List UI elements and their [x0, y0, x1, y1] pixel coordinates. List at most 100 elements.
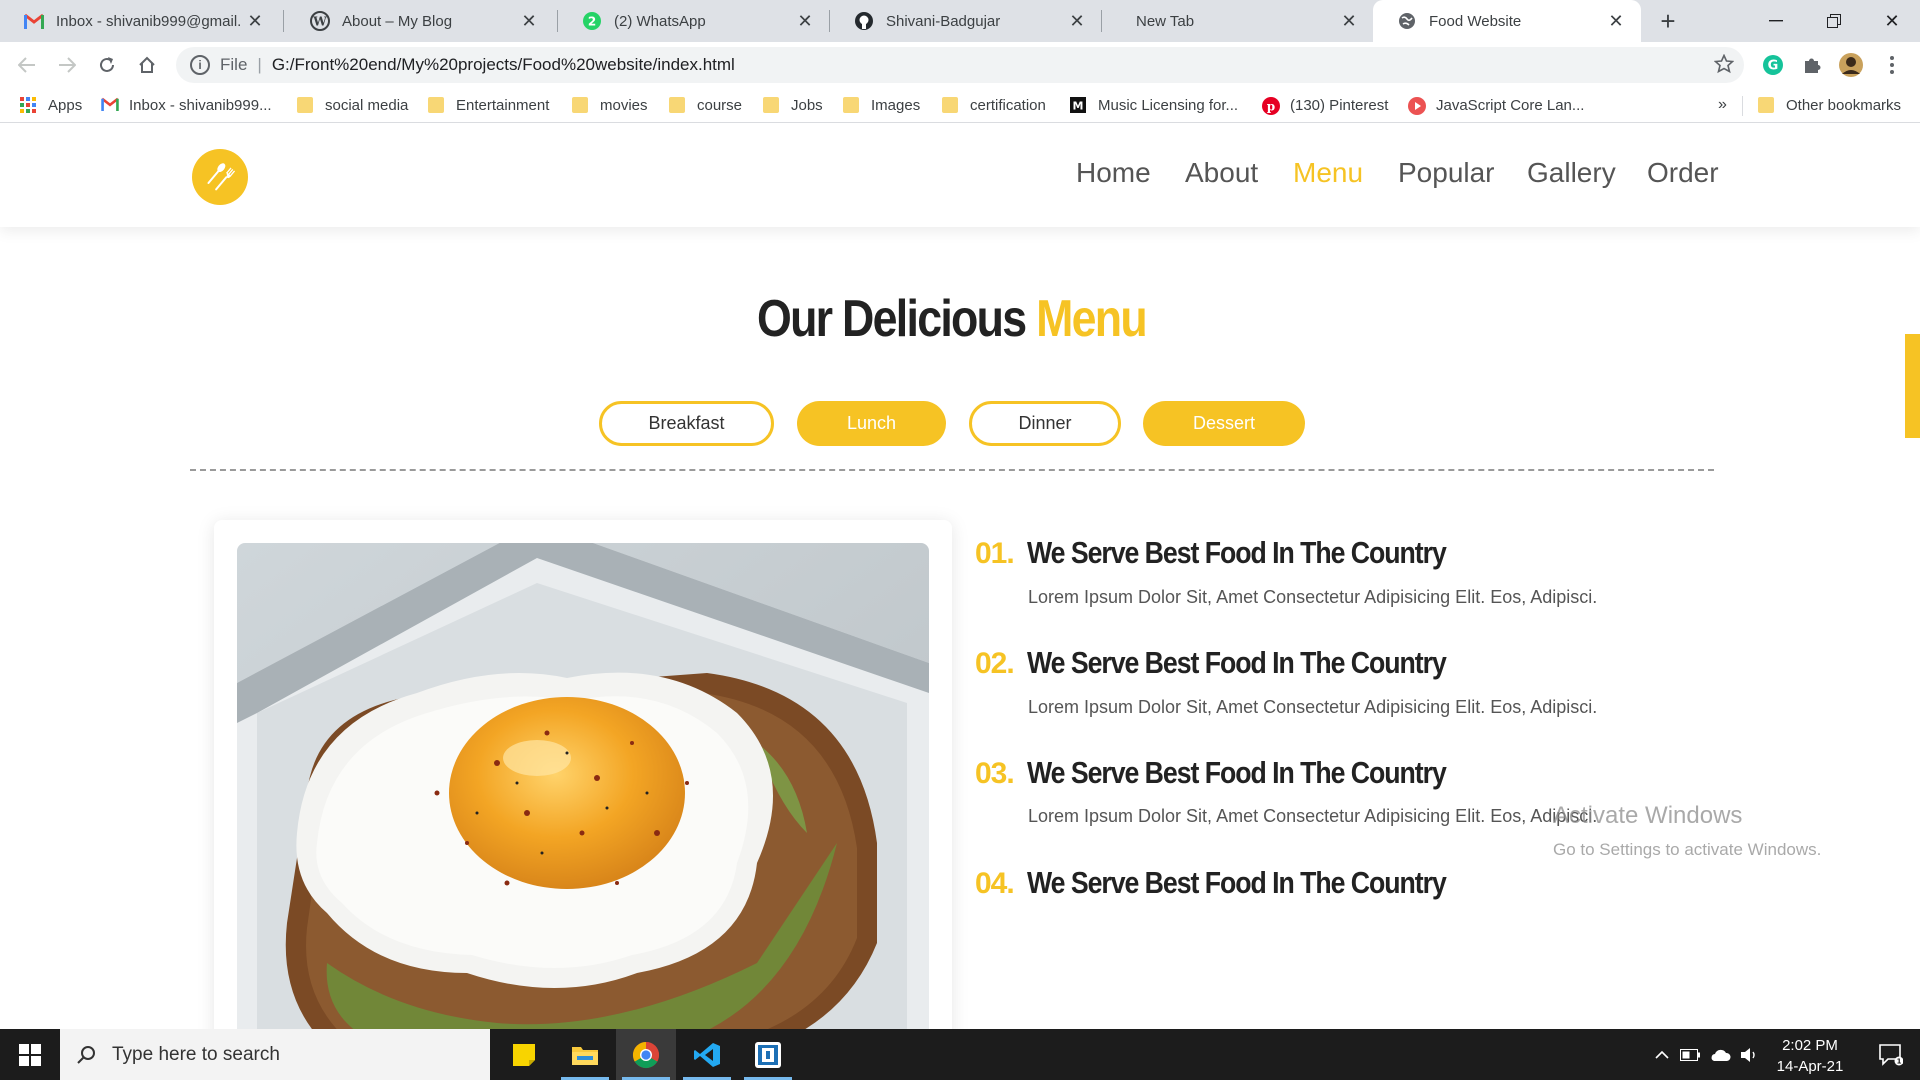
bookmark-folder[interactable]: Entertainment	[428, 88, 549, 122]
close-tab-icon[interactable]: ✕	[242, 8, 268, 34]
folder-icon	[942, 97, 958, 113]
tab-title: Inbox - shivanib999@gmail.c	[56, 12, 242, 30]
bookmark-folder[interactable]: certification	[942, 88, 1046, 122]
bookmark-star-icon[interactable]	[1713, 53, 1735, 79]
chrome-icon[interactable]	[616, 1029, 676, 1080]
vs-code-icon[interactable]	[677, 1029, 737, 1080]
javascript-course-icon	[1408, 97, 1426, 115]
site-info-icon[interactable]: i	[190, 55, 210, 75]
onedrive-cloud-icon[interactable]	[1704, 1029, 1736, 1080]
nav-gallery[interactable]: Gallery	[1527, 157, 1616, 189]
folder-icon	[763, 97, 779, 113]
filter-dessert-button[interactable]: Dessert	[1143, 401, 1305, 446]
close-tab-icon[interactable]: ✕	[1064, 8, 1090, 34]
battery-icon[interactable]	[1676, 1029, 1704, 1080]
scrollbar-thumb[interactable]	[1905, 334, 1920, 438]
nav-order[interactable]: Order	[1647, 157, 1719, 189]
tab-github[interactable]: Shivani-Badgujar ✕	[830, 0, 1102, 42]
bookmark-label: social media	[325, 96, 409, 114]
activate-windows-watermark: Activate Windows Go to Settings to activ…	[1553, 802, 1821, 860]
restore-window-icon[interactable]	[1810, 0, 1858, 42]
tab-new-tab[interactable]: New Tab ✕	[1102, 0, 1374, 42]
bookmark-folder[interactable]: Jobs	[763, 88, 823, 122]
show-hidden-icons-chevron-icon[interactable]	[1648, 1029, 1676, 1080]
search-placeholder: Type here to search	[112, 1043, 280, 1065]
page-scrollbar[interactable]	[1903, 124, 1920, 1029]
whatsapp-icon: 2	[582, 11, 602, 31]
browser-tab-strip: Inbox - shivanib999@gmail.c ✕ W About – …	[0, 0, 1920, 42]
back-arrow-icon[interactable]	[10, 48, 44, 82]
bookmark-label: certification	[970, 96, 1046, 114]
system-clock[interactable]: 2:02 PM 14-Apr-21	[1760, 1035, 1860, 1077]
site-logo[interactable]	[192, 149, 248, 205]
folder-icon	[669, 97, 685, 113]
volume-icon[interactable]	[1736, 1029, 1762, 1080]
close-tab-icon[interactable]: ✕	[516, 8, 542, 34]
feature-number: 01.	[975, 537, 1015, 570]
bookmark-folder[interactable]: movies	[572, 88, 648, 122]
bookmark-javascript-course[interactable]: JavaScript Core Lan...	[1408, 88, 1584, 122]
folder-icon	[843, 97, 859, 113]
profile-avatar[interactable]	[1836, 50, 1866, 80]
taskbar-search-box[interactable]: Type here to search	[60, 1029, 490, 1080]
grammarly-extension-icon[interactable]: G	[1758, 50, 1788, 80]
tab-gmail[interactable]: Inbox - shivanib999@gmail.c ✕	[0, 0, 280, 42]
tab-food-website[interactable]: Food Website ✕	[1373, 0, 1641, 42]
bookmark-gmail[interactable]: Inbox - shivanib999...	[101, 88, 272, 122]
github-icon	[854, 11, 874, 31]
feature-title: We Serve Best Food In The Country	[1027, 645, 1447, 680]
nav-about[interactable]: About	[1185, 157, 1258, 189]
bookmarks-overflow-button[interactable]: »	[1718, 88, 1727, 122]
close-tab-icon[interactable]: ✕	[1603, 8, 1629, 34]
fork-spoon-icon	[207, 163, 236, 191]
globe-icon	[1397, 11, 1417, 31]
watermark-title: Activate Windows	[1553, 802, 1743, 829]
nav-menu[interactable]: Menu	[1293, 157, 1363, 189]
sticky-notes-icon[interactable]	[494, 1029, 554, 1080]
clock-time: 2:02 PM	[1782, 1037, 1838, 1054]
forward-arrow-icon[interactable]	[50, 48, 84, 82]
bookmarks-bar: Apps Inbox - shivanib999... social media…	[0, 88, 1920, 123]
address-bar[interactable]: i File | G:/Front%20end/My%20projects/Fo…	[176, 47, 1744, 83]
bookmark-apps[interactable]: Apps	[20, 88, 82, 122]
close-tab-icon[interactable]: ✕	[1336, 8, 1362, 34]
bookmarks-divider	[1742, 96, 1743, 116]
file-explorer-icon[interactable]	[555, 1029, 615, 1080]
bookmark-folder[interactable]: course	[669, 88, 742, 122]
pinterest-icon: p	[1262, 97, 1280, 115]
bookmark-folder[interactable]: Images	[843, 88, 920, 122]
feature-title: We Serve Best Food In The Country	[1027, 535, 1447, 570]
nav-popular[interactable]: Popular	[1398, 157, 1495, 189]
fried-egg-toast-photo	[237, 543, 929, 1029]
new-tab-button[interactable]: +	[1652, 5, 1684, 37]
bookmark-other-bookmarks[interactable]: Other bookmarks	[1758, 88, 1901, 122]
bookmark-label: Jobs	[791, 96, 823, 114]
tab-whatsapp[interactable]: 2 (2) WhatsApp ✕	[558, 0, 830, 42]
filter-lunch-button[interactable]: Lunch	[797, 401, 946, 446]
bookmark-music-licensing[interactable]: M Music Licensing for...	[1070, 88, 1238, 122]
minimize-window-icon[interactable]	[1752, 0, 1800, 42]
url-text[interactable]: G:/Front%20end/My%20projects/Food%20webs…	[272, 55, 735, 75]
filter-dinner-button[interactable]: Dinner	[969, 401, 1121, 446]
tab-blog[interactable]: W About – My Blog ✕	[286, 0, 554, 42]
browser-menu-icon[interactable]	[1877, 50, 1907, 80]
section-divider	[190, 469, 1714, 471]
home-icon[interactable]	[130, 48, 164, 82]
close-window-icon[interactable]: ✕	[1868, 0, 1916, 42]
bookmark-pinterest[interactable]: p (130) Pinterest	[1262, 88, 1388, 122]
action-center-notification-icon[interactable]: 1	[1866, 1029, 1916, 1080]
bookmark-folder[interactable]: social media	[297, 88, 408, 122]
reload-icon[interactable]	[90, 48, 124, 82]
nav-home[interactable]: Home	[1076, 157, 1151, 189]
close-tab-icon[interactable]: ✕	[792, 8, 818, 34]
svg-text:1: 1	[1897, 1057, 1902, 1065]
clock-date: 14-Apr-21	[1776, 1058, 1844, 1075]
svg-text:p: p	[1267, 100, 1275, 114]
windows-start-icon[interactable]	[0, 1029, 60, 1080]
filter-breakfast-button[interactable]: Breakfast	[599, 401, 774, 446]
terminal-app-icon[interactable]	[738, 1029, 798, 1080]
extensions-puzzle-icon[interactable]	[1797, 50, 1827, 80]
tab-separator	[283, 10, 284, 32]
bookmark-label: movies	[600, 96, 648, 114]
bookmark-label: Other bookmarks	[1786, 96, 1902, 114]
